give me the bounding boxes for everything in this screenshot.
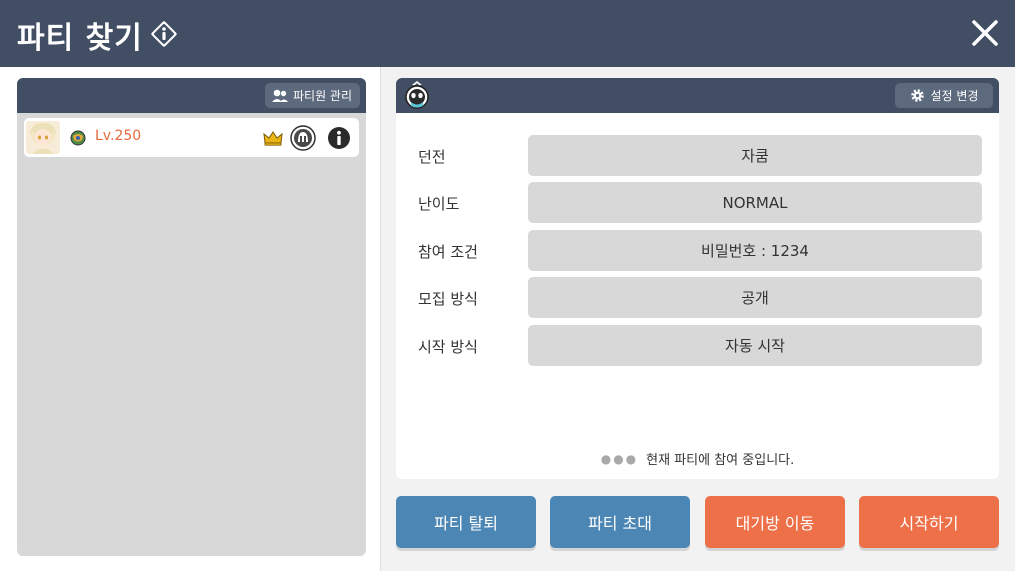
title-bar: 파티 찾기	[0, 0, 1015, 67]
change-settings-button[interactable]: 설정 변경	[895, 83, 993, 108]
start-button[interactable]: 시작하기	[859, 496, 999, 548]
manage-members-button[interactable]: 파티원 관리	[264, 83, 360, 108]
field-value-start-method[interactable]: 자동 시작	[528, 325, 982, 366]
member-panel-header: 파티원 관리	[17, 78, 366, 113]
field-row-start-method: 시작 방식 자동 시작	[396, 325, 999, 366]
party-status-text: 현재 파티에 참여 중입니다.	[646, 453, 795, 468]
guild-emblem-icon	[290, 125, 316, 151]
field-value-difficulty[interactable]: NORMAL	[528, 182, 982, 223]
party-member-panel: 파티원 관리 Lv.250	[17, 78, 366, 556]
detail-panel-header: 설정 변경	[396, 78, 999, 113]
field-value-recruit-method[interactable]: 공개	[528, 277, 982, 318]
character-level: Lv.250	[95, 128, 142, 144]
party-status: ●●● 현재 파티에 참여 중입니다.	[396, 449, 999, 468]
crown-icon	[263, 131, 283, 146]
manage-members-label: 파티원 관리	[292, 89, 352, 103]
character-avatar	[26, 121, 60, 154]
gear-icon	[910, 89, 924, 102]
field-row-difficulty: 난이도 NORMAL	[396, 182, 999, 223]
field-label-start-method: 시작 방식	[418, 338, 478, 356]
members-icon	[271, 89, 288, 102]
invite-party-button[interactable]: 파티 초대	[550, 496, 690, 548]
member-info-icon[interactable]	[327, 126, 351, 150]
field-label-difficulty: 난이도	[418, 195, 460, 213]
leave-party-button[interactable]: 파티 탈퇴	[396, 496, 536, 548]
party-member-row[interactable]: Lv.250	[24, 118, 359, 157]
world-icon	[70, 130, 86, 146]
change-settings-label: 설정 변경	[930, 89, 979, 103]
field-value-dungeon[interactable]: 자쿰	[528, 135, 982, 176]
field-label-join-condition: 참여 조건	[418, 243, 478, 261]
field-value-join-condition[interactable]: 비밀번호 : 1234	[528, 230, 982, 271]
field-row-recruit-method: 모집 방식 공개	[396, 277, 999, 318]
field-label-dungeon: 던전	[418, 148, 446, 166]
dungeon-boss-icon	[405, 81, 429, 109]
move-waiting-room-button[interactable]: 대기방 이동	[705, 496, 845, 548]
info-diamond-icon[interactable]	[149, 19, 179, 49]
field-row-join-condition: 참여 조건 비밀번호 : 1234	[396, 230, 999, 271]
party-detail-panel: 설정 변경 던전 자쿰 난이도 NORMAL 참여 조건 비밀번호 : 1234…	[396, 78, 999, 479]
close-icon[interactable]	[966, 14, 1004, 52]
field-row-dungeon: 던전 자쿰	[396, 135, 999, 176]
field-label-recruit-method: 모집 방식	[418, 290, 478, 308]
page-title: 파티 찾기	[17, 21, 143, 56]
loading-dots-icon: ●●●	[600, 452, 639, 466]
